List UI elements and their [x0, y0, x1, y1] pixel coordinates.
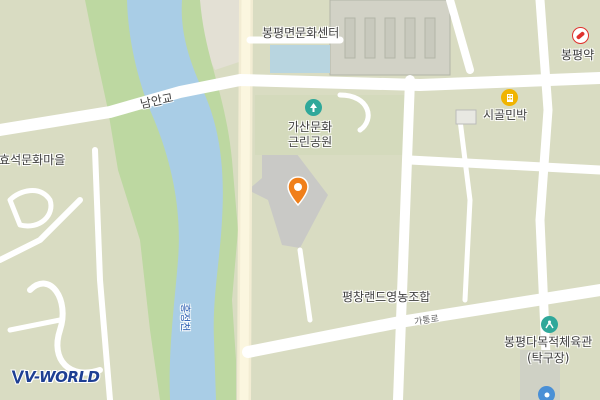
- label-sports-line1: 봉평다목적체육관: [504, 335, 593, 349]
- location-pin-icon[interactable]: [287, 176, 309, 207]
- map-view[interactable]: 봉평면문화센터 봉평약 남안교 가산문화 근린공원 시골민박 이효석문화마을 흥…: [0, 0, 600, 400]
- blue-poi-icon[interactable]: [538, 386, 555, 400]
- label-pharmacy: 봉평약: [561, 48, 595, 62]
- label-river: 흥정천: [178, 303, 190, 332]
- sports-icon[interactable]: [541, 316, 558, 333]
- label-sports-line2: (탁구장): [527, 351, 570, 365]
- label-minbak: 시골민박: [483, 108, 528, 122]
- label-community-center: 봉평면문화센터: [262, 26, 340, 40]
- tree-icon[interactable]: [305, 99, 322, 116]
- vworld-logo: V-WORLD: [24, 368, 100, 386]
- label-farm: 평창랜드영농조합: [342, 290, 431, 304]
- building-icon[interactable]: [501, 89, 518, 106]
- label-village: 이효석문화마을: [0, 153, 66, 167]
- label-park-line2: 근린공원: [288, 135, 333, 149]
- pill-icon[interactable]: [572, 27, 589, 44]
